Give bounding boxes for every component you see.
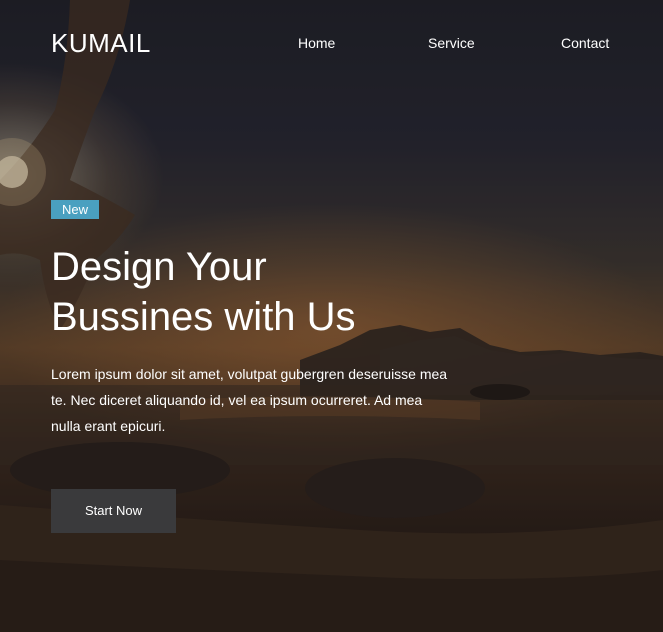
nav-link-service[interactable]: Service xyxy=(428,34,475,52)
new-badge: New xyxy=(51,200,99,219)
hero-headline: Design Your Bussines with Us xyxy=(51,242,471,342)
hero-section: KUMAIL Home Service Contact New Design Y… xyxy=(0,0,663,632)
hero-headline-line2: Bussines with Us xyxy=(51,295,356,339)
navbar: KUMAIL Home Service Contact xyxy=(0,0,663,86)
nav-link-contact[interactable]: Contact xyxy=(561,34,609,52)
hero-headline-line1: Design Your xyxy=(51,245,267,289)
hero-description: Lorem ipsum dolor sit amet, volutpat gub… xyxy=(51,366,448,434)
site-logo[interactable]: KUMAIL xyxy=(51,28,151,58)
nav-link-home[interactable]: Home xyxy=(298,34,335,52)
start-now-button[interactable]: Start Now xyxy=(51,489,176,533)
